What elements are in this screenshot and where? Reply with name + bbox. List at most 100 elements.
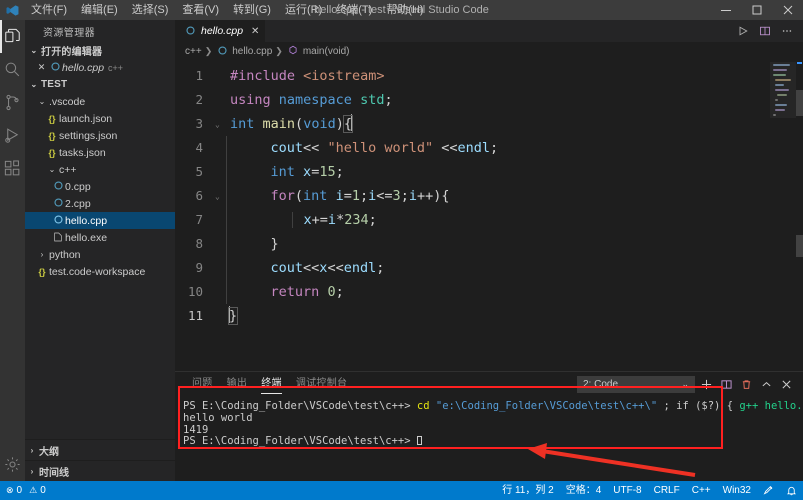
scrollbar-thumb[interactable]: [796, 90, 803, 116]
status-notifications[interactable]: [780, 485, 803, 496]
editor-body: 1 #include <iostream> 2 using namespace st…: [175, 60, 803, 371]
status-feedback[interactable]: [757, 485, 780, 496]
window-controls[interactable]: [710, 0, 803, 20]
tree-item-2-cpp[interactable]: 2.cpp: [25, 195, 175, 212]
panel-tab-output[interactable]: 输出: [220, 372, 255, 396]
menu-help[interactable]: 帮助(H): [379, 1, 430, 19]
more-actions-icon[interactable]: [777, 20, 797, 42]
sidebar-section-open-editors[interactable]: ⌄ 打开的编辑器: [25, 42, 175, 59]
tree-item-0-cpp[interactable]: 0.cpp: [25, 178, 175, 195]
editor-actions[interactable]: [733, 20, 803, 42]
menu-selection[interactable]: 选择(S): [125, 1, 176, 19]
terminal-cursor: [416, 436, 422, 446]
status-indentation[interactable]: 空格：4: [560, 481, 608, 500]
maximize-icon[interactable]: [741, 0, 772, 20]
activity-search-icon[interactable]: [0, 53, 25, 86]
status-encoding[interactable]: UTF-8: [607, 481, 647, 500]
split-terminal-icon[interactable]: [718, 374, 735, 394]
sidebar-section-outline[interactable]: › 大纲: [25, 439, 175, 460]
terminal-selector-dropdown[interactable]: 2: Code ⌄: [577, 375, 695, 393]
status-bar-right: 行 11，列 2 空格：4 UTF-8 CRLF C++ Win32: [496, 481, 803, 500]
status-language-mode[interactable]: C++: [686, 481, 717, 500]
sidebar-section-timeline[interactable]: › 时间线: [25, 460, 175, 481]
sidebar-section-outline-label: 大纲: [39, 446, 59, 458]
breadcrumb-item-symbol[interactable]: main(void): [303, 46, 350, 57]
tree-item-label: settings.json: [59, 129, 118, 142]
tree-item-hello-exe[interactable]: hello.exe: [25, 229, 175, 246]
tree-item-test-code-workspace[interactable]: {} test.code-workspace: [25, 263, 175, 280]
tree-item-vscode-folder[interactable]: ⌄ .vscode: [25, 93, 175, 110]
cpp-file-icon: [51, 215, 65, 226]
menu-bar[interactable]: 文件(F) 编辑(E) 选择(S) 查看(V) 转到(G) 运行(R) 终端(T…: [24, 1, 431, 19]
code-editor[interactable]: 1 #include <iostream> 2 using namespace st…: [175, 60, 770, 371]
status-platform[interactable]: Win32: [717, 481, 757, 500]
panel-tab-problems[interactable]: 问题: [185, 372, 220, 396]
line-number: 8: [195, 236, 203, 251]
tab-hello-cpp[interactable]: hello.cpp ✕: [175, 20, 267, 42]
add-terminal-icon[interactable]: [698, 374, 715, 394]
code-text: for(int i=1;i<=3;i++){: [226, 184, 449, 208]
split-editor-icon[interactable]: [755, 20, 775, 42]
code-line: 10 return 0;: [175, 280, 770, 304]
json-file-icon: {}: [48, 113, 56, 124]
breadcrumb[interactable]: c++ ❯ hello.cpp ❯ main(void): [175, 42, 803, 60]
code-text: }: [227, 306, 239, 325]
cpp-file-icon: [48, 62, 62, 73]
close-icon[interactable]: [772, 0, 803, 20]
open-editor-item-hello-cpp[interactable]: ✕ hello.cpp c++: [25, 59, 175, 76]
code-line: 2 using namespace std;: [175, 88, 770, 112]
panel-tab-terminal[interactable]: 终端: [254, 372, 289, 396]
tree-item-launch-json[interactable]: {} launch.json: [25, 110, 175, 127]
activity-files-explorer-icon[interactable]: [0, 20, 25, 53]
activity-run-and-debug-icon[interactable]: [0, 119, 25, 152]
status-warnings-count: 0: [40, 485, 46, 496]
tree-item-label: c++: [59, 163, 77, 176]
tab-label: hello.cpp: [201, 25, 244, 37]
scrollbar-thumb-secondary[interactable]: [796, 235, 803, 257]
menu-go[interactable]: 转到(G): [226, 1, 278, 19]
fold-chevron-icon[interactable]: ⌄: [215, 112, 226, 136]
menu-file[interactable]: 文件(F): [24, 1, 74, 19]
close-panel-icon[interactable]: [778, 374, 795, 394]
terminal-line: hello world: [183, 411, 253, 424]
menu-edit[interactable]: 编辑(E): [74, 1, 125, 19]
panel-tab-debug-console[interactable]: 调试控制台: [289, 372, 355, 396]
run-code-icon[interactable]: [733, 20, 753, 42]
tree-item-python-folder[interactable]: › python: [25, 246, 175, 263]
terminal-selector-value: 2: Code: [583, 378, 619, 390]
chevron-down-icon: ⌄: [681, 378, 689, 389]
close-icon[interactable]: ✕: [35, 62, 48, 73]
menu-terminal[interactable]: 终端(T): [329, 1, 379, 19]
status-cursor-position[interactable]: 行 11，列 2: [496, 481, 560, 500]
tree-item-settings-json[interactable]: {} settings.json: [25, 127, 175, 144]
tree-item-cpp-folder[interactable]: ⌄ c++: [25, 161, 175, 178]
terminal-output[interactable]: PS E:\Coding_Folder\VSCode\test\c++> cd …: [175, 396, 803, 481]
kill-terminal-trash-icon[interactable]: [738, 374, 755, 394]
chevron-right-icon: ❯: [275, 45, 283, 56]
activity-source-control-icon[interactable]: [0, 86, 25, 119]
menu-run[interactable]: 运行(R): [278, 1, 329, 19]
fold-chevron-icon[interactable]: ⌄: [215, 184, 226, 208]
editor-scrollbar[interactable]: [796, 60, 803, 371]
terminal-line: PS E:\Coding_Folder\VSCode\test\c++> cd …: [183, 400, 803, 413]
minimize-icon[interactable]: [710, 0, 741, 20]
breadcrumb-item-file[interactable]: hello.cpp: [232, 46, 272, 57]
code-text: }: [226, 232, 279, 256]
menu-view[interactable]: 查看(V): [175, 1, 226, 19]
activity-manage-gear-icon[interactable]: [0, 448, 25, 481]
tree-item-hello-cpp[interactable]: hello.cpp: [25, 212, 175, 229]
code-line: 4 cout<< "hello world" <<endl;: [175, 136, 770, 160]
code-line: 11}: [175, 304, 770, 328]
breadcrumb-item-folder[interactable]: c++: [185, 46, 202, 57]
code-line: 9 cout<<x<<endl;: [175, 256, 770, 280]
minimap[interactable]: [770, 60, 796, 371]
activity-bar[interactable]: [0, 20, 25, 481]
maximize-panel-chevron-up-icon[interactable]: [758, 374, 775, 394]
status-eol[interactable]: CRLF: [648, 481, 686, 500]
activity-extensions-icon[interactable]: [0, 152, 25, 185]
sidebar-section-workspace[interactable]: ⌄ TEST: [25, 76, 175, 93]
code-line: 5 int x=15;: [175, 160, 770, 184]
tree-item-tasks-json[interactable]: {} tasks.json: [25, 144, 175, 161]
close-icon[interactable]: ✕: [251, 26, 259, 37]
status-errors[interactable]: ⊗ 0 ⚠ 0: [0, 481, 52, 500]
